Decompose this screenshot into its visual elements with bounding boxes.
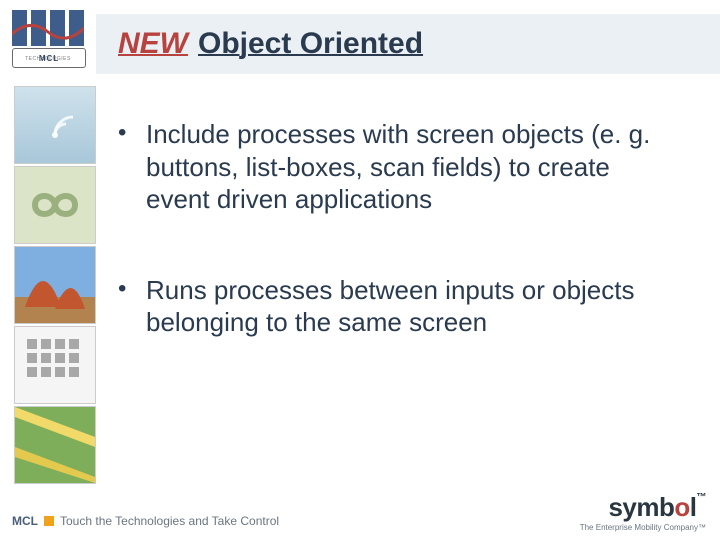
bullet-text: Include processes with screen objects (e… bbox=[146, 118, 678, 216]
symbol-tagline: The Enterprise Mobility Company™ bbox=[580, 523, 706, 532]
footer-mcl: MCL bbox=[12, 514, 38, 528]
bullet-text: Runs processes between inputs or objects… bbox=[146, 274, 678, 339]
title-bar: NEW Object Oriented bbox=[96, 14, 720, 74]
deco-tile-wifi bbox=[14, 86, 96, 164]
slide-body: • Include processes with screen objects … bbox=[118, 118, 678, 397]
mcl-logo: MCL TECHNOLOGIES bbox=[12, 10, 84, 68]
infinity-icon bbox=[23, 175, 87, 235]
footer-tagline: Touch the Technologies and Take Control bbox=[60, 514, 279, 528]
symbol-wordmark: symbol™ bbox=[580, 492, 706, 523]
wifi-icon bbox=[29, 101, 81, 149]
title-rest: Object Oriented bbox=[198, 27, 423, 61]
footer-left: MCL Touch the Technologies and Take Cont… bbox=[12, 514, 279, 528]
grid-icon bbox=[27, 339, 79, 377]
footer-square-icon bbox=[44, 516, 54, 526]
bullet-dot-icon: • bbox=[118, 118, 146, 216]
wave-icon bbox=[12, 20, 84, 42]
deco-tile-grid bbox=[14, 326, 96, 404]
bullet-item: • Runs processes between inputs or objec… bbox=[118, 274, 678, 339]
deco-tile-fields bbox=[14, 406, 96, 484]
deco-tile-arch bbox=[14, 246, 96, 324]
bullet-dot-icon: • bbox=[118, 274, 146, 339]
logo-subtext: TECHNOLOGIES bbox=[12, 56, 84, 62]
symbol-logo: symbol™ The Enterprise Mobility Company™ bbox=[580, 492, 706, 532]
title-new-word: NEW bbox=[118, 27, 188, 61]
bullet-item: • Include processes with screen objects … bbox=[118, 118, 678, 216]
deco-tile-infinity bbox=[14, 166, 96, 244]
